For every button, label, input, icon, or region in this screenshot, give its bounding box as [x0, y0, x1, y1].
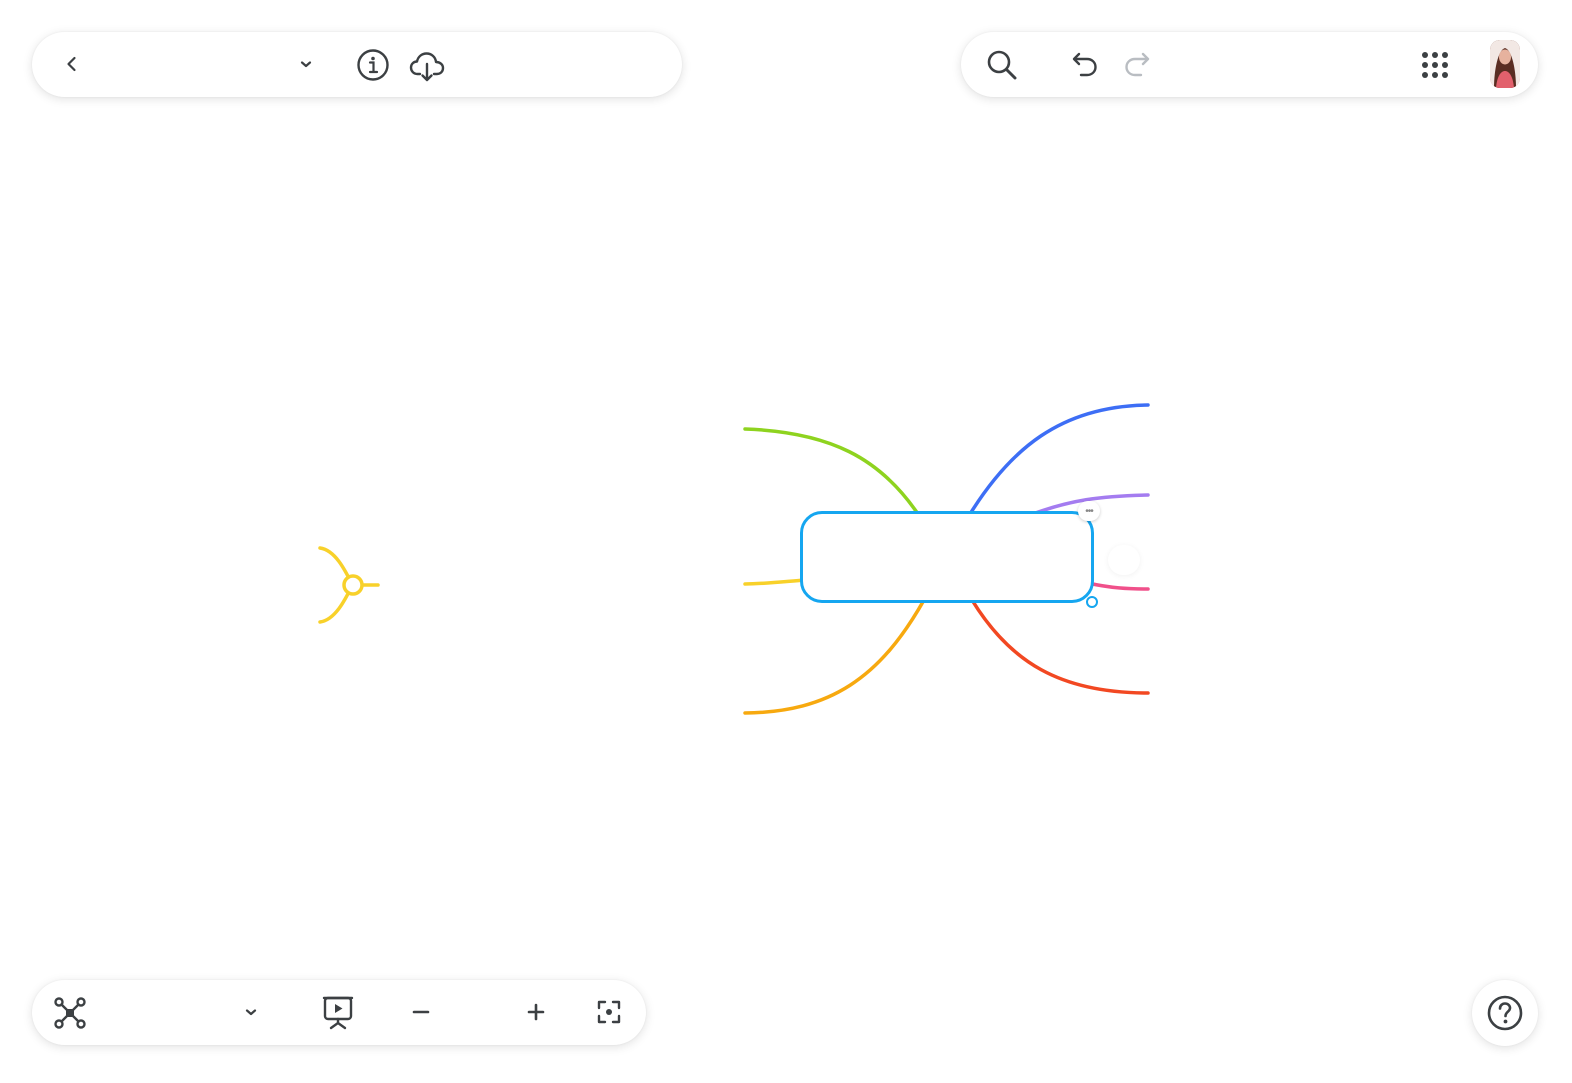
topic-more-menu-icon[interactable]: •••: [1078, 501, 1100, 521]
fit-to-screen-button[interactable]: [592, 995, 626, 1029]
plus-icon: [527, 1003, 545, 1021]
grid-dots-icon: [1422, 52, 1448, 78]
chevron-left-icon: [67, 56, 76, 72]
undo-icon: [1072, 52, 1097, 77]
branch-pink: [1086, 581, 1150, 591]
actions-toolbar: [961, 32, 1538, 97]
presentation-play-icon: [322, 996, 354, 1030]
branch-yellow: [743, 578, 807, 586]
avatar-image: [1490, 40, 1520, 88]
minus-icon: [412, 1010, 430, 1014]
back-button[interactable]: [56, 48, 88, 80]
add-topic-ghost[interactable]: [1108, 545, 1140, 575]
undo-button[interactable]: [1067, 46, 1103, 82]
help-button[interactable]: [1472, 980, 1538, 1046]
mindmap-branches: [318, 403, 1150, 715]
chevron-down-icon: [300, 61, 312, 68]
zoom-out-button[interactable]: [405, 996, 437, 1028]
document-toolbar: [32, 32, 682, 97]
view-toolbar: [32, 980, 646, 1045]
layout-button[interactable]: [50, 993, 90, 1033]
cloud-download-icon: [409, 52, 445, 82]
branch-red: [970, 598, 1150, 695]
info-button[interactable]: [354, 46, 392, 84]
search-icon: [987, 50, 1017, 80]
presentation-button[interactable]: [318, 992, 358, 1032]
mindmap-canvas[interactable]: •••: [0, 0, 1572, 1078]
redo-icon: [1125, 52, 1150, 77]
fit-to-screen-icon: [597, 1000, 621, 1024]
zoom-in-button[interactable]: [520, 996, 552, 1028]
layout-dropdown-button[interactable]: [235, 996, 267, 1028]
title-dropdown-button[interactable]: [290, 48, 322, 80]
user-avatar[interactable]: [1490, 40, 1520, 88]
apps-menu-button[interactable]: [1417, 47, 1453, 83]
floating-topic-connector[interactable]: [318, 546, 380, 624]
search-button[interactable]: [983, 46, 1021, 84]
central-topic[interactable]: [800, 511, 1094, 603]
cloud-download-button[interactable]: [407, 46, 447, 86]
branch-orange: [743, 598, 926, 715]
mindmap-layout-icon: [54, 997, 86, 1029]
chevron-down-icon: [245, 1009, 257, 1016]
help-circle-icon: [1487, 995, 1523, 1031]
topic-resize-handle[interactable]: [1086, 596, 1098, 608]
info-icon: [357, 49, 389, 81]
redo-button[interactable]: [1119, 46, 1155, 82]
branch-green: [743, 427, 920, 516]
